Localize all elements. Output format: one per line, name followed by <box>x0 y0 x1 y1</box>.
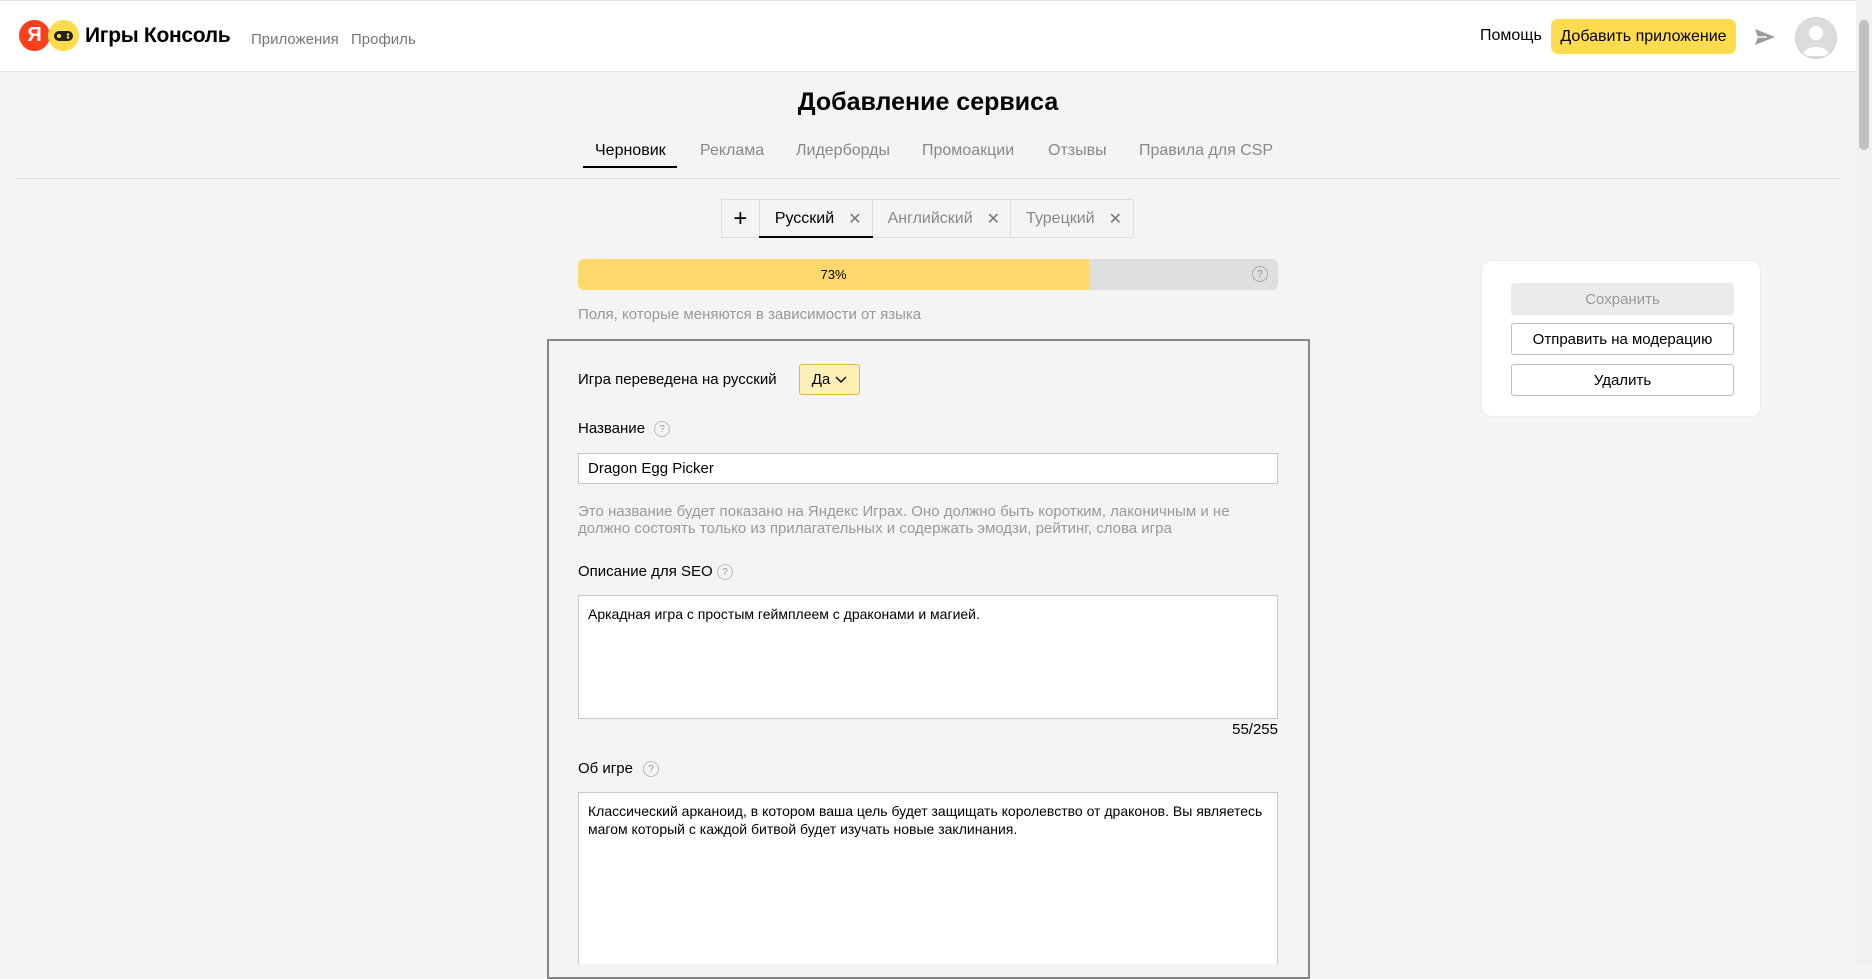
language-tab-label: Английский <box>887 209 973 227</box>
logo[interactable]: Я Игры Консоль <box>19 20 231 51</box>
send-to-moderation-button[interactable]: Отправить на модерацию <box>1511 323 1734 355</box>
tab-ads[interactable]: Реклама <box>700 142 764 160</box>
yandex-logo-icon: Я <box>19 20 50 51</box>
language-tab-turkish[interactable]: Турецкий ✕ <box>1011 200 1133 237</box>
close-icon[interactable]: ✕ <box>987 209 1000 229</box>
tabs-divider <box>16 178 1840 179</box>
page-title: Добавление сервиса <box>797 88 1059 116</box>
seo-description-textarea[interactable]: Аркадная игра с простым геймплеем с драк… <box>578 595 1278 719</box>
chevron-down-icon <box>835 376 847 383</box>
nav-link-profile[interactable]: Профиль <box>351 31 416 48</box>
scrollbar-thumb[interactable] <box>1859 20 1869 150</box>
translated-select-value: Да <box>811 371 831 388</box>
help-link[interactable]: Помощь <box>1480 27 1542 45</box>
about-game-textarea[interactable]: Классический арканоид, в котором ваша це… <box>578 792 1278 964</box>
save-button[interactable]: Сохранить <box>1511 283 1734 315</box>
seo-char-counter: 55/255 <box>1232 721 1278 738</box>
name-label: Название <box>578 420 646 437</box>
close-icon[interactable]: ✕ <box>1109 209 1122 229</box>
gamepad-logo-icon <box>48 20 79 51</box>
progress-caption: Поля, которые меняются в зависимости от … <box>578 306 922 323</box>
tab-promotions[interactable]: Промоакции <box>922 142 1014 160</box>
delete-button[interactable]: Удалить <box>1511 364 1734 396</box>
completion-progress-bar: 73% ? <box>578 259 1278 290</box>
top-bar: Я Игры Консоль Приложения Профиль Помощь… <box>0 0 1856 72</box>
progress-label: 73% <box>820 267 847 282</box>
add-app-button[interactable]: Добавить приложение <box>1551 19 1736 54</box>
language-tab-label: Русский <box>774 209 835 227</box>
avatar[interactable] <box>1795 17 1837 59</box>
tab-leaderboards[interactable]: Лидерборды <box>796 142 890 160</box>
translated-select[interactable]: Да <box>799 364 860 395</box>
add-language-button[interactable]: + <box>722 200 760 237</box>
help-icon[interactable]: ? <box>654 421 670 437</box>
name-input[interactable]: Dragon Egg Picker <box>578 453 1278 484</box>
language-tab-russian[interactable]: Русский ✕ <box>758 200 873 238</box>
language-tabs: + Русский ✕ Английский ✕ Турецкий ✕ <box>721 199 1134 238</box>
help-icon[interactable]: ? <box>643 761 659 777</box>
tab-csp-rules[interactable]: Правила для CSP <box>1139 142 1273 160</box>
close-icon[interactable]: ✕ <box>848 209 861 229</box>
tab-draft[interactable]: Черновик <box>595 142 666 160</box>
actions-card: Сохранить Отправить на модерацию Удалить <box>1481 260 1761 417</box>
translated-label: Игра переведена на русский <box>578 371 777 388</box>
language-tab-english[interactable]: Английский ✕ <box>873 200 1012 237</box>
about-game-label: Об игре <box>578 760 633 777</box>
name-hint: Это название будет показано на Яндекс Иг… <box>578 503 1230 537</box>
send-icon[interactable] <box>1753 25 1777 49</box>
active-tab-indicator <box>583 166 677 168</box>
help-icon[interactable]: ? <box>717 564 733 580</box>
seo-description-label: Описание для SEO <box>578 563 713 580</box>
service-tabs: Черновик Реклама Лидерборды Промоакции О… <box>0 140 1856 172</box>
language-tab-label: Турецкий <box>1026 209 1095 227</box>
tab-reviews[interactable]: Отзывы <box>1048 142 1107 160</box>
logo-text: Игры Консоль <box>85 23 231 47</box>
help-icon[interactable]: ? <box>1252 266 1268 282</box>
nav-link-apps[interactable]: Приложения <box>251 31 339 48</box>
